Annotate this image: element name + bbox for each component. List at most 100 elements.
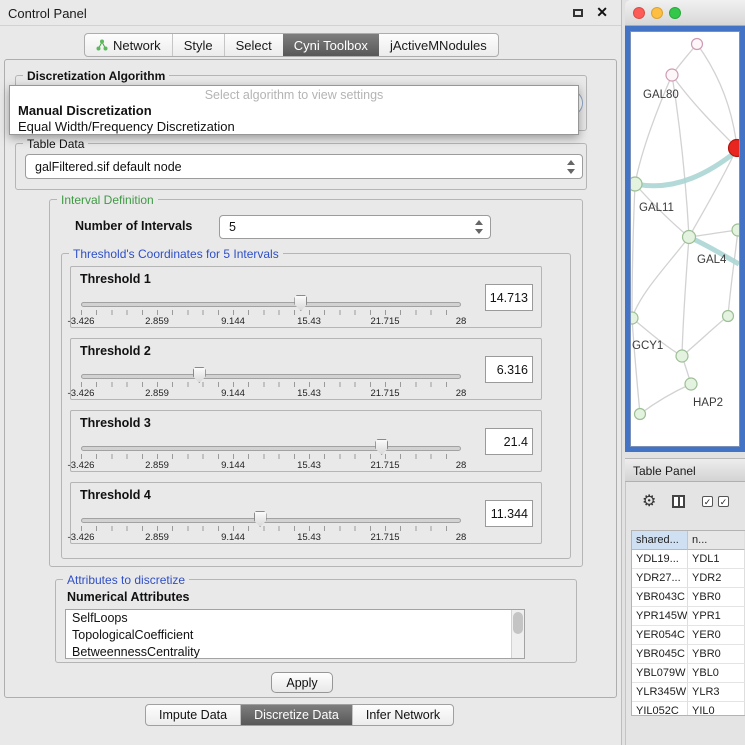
tab-network[interactable]: Network [85, 34, 172, 56]
tab-discretize-data[interactable]: Discretize Data [241, 705, 353, 725]
apply-button[interactable]: Apply [271, 672, 333, 693]
columns-icon[interactable] [672, 495, 685, 508]
slider-track[interactable] [81, 302, 461, 307]
scale-label: -3.426 [68, 460, 95, 471]
apply-button-label: Apply [286, 676, 317, 690]
threshold-1-slider[interactable]: -3.426 2.859 9.144 15.43 21.715 28 [81, 295, 461, 327]
float-window-icon[interactable] [573, 9, 583, 17]
network-node-gal80[interactable] [666, 69, 678, 81]
cell[interactable]: YIL0 [688, 702, 745, 716]
scale-label: -3.426 [68, 316, 95, 327]
network-node[interactable] [676, 350, 688, 362]
network-node[interactable] [732, 224, 739, 236]
table-row[interactable]: YER054CYER0 [632, 626, 745, 645]
cell[interactable]: YIL052C [632, 702, 688, 716]
select-checkbox-icon[interactable]: ✓ [718, 496, 729, 507]
cell[interactable]: YDR27... [632, 569, 688, 588]
network-node[interactable] [723, 311, 734, 322]
slider-track[interactable] [81, 518, 461, 523]
table-row[interactable]: YIL052CYIL0 [632, 702, 745, 716]
node-attribute-table: shared... n... YDL19...YDL1 YDR27...YDR2… [631, 530, 745, 716]
scale-label: 21.715 [370, 316, 399, 327]
slider-track[interactable] [81, 446, 461, 451]
cell[interactable]: YDL1 [688, 550, 745, 569]
cell[interactable]: YBR0 [688, 645, 745, 664]
list-scrollbar-thumb[interactable] [513, 612, 523, 634]
cell[interactable]: YBR045C [632, 645, 688, 664]
scale-label: 21.715 [370, 388, 399, 399]
table-row[interactable]: YBR043CYBR0 [632, 588, 745, 607]
threshold-4-value-input[interactable] [485, 500, 533, 527]
zoom-icon[interactable] [669, 7, 681, 19]
cell[interactable]: YBL079W [632, 664, 688, 683]
network-node[interactable] [635, 409, 646, 420]
select-all-checkbox-icon[interactable]: ✓ [702, 496, 713, 507]
tab-style[interactable]: Style [173, 34, 224, 56]
table-row[interactable]: YPR145WYPR1 [632, 607, 745, 626]
threshold-4-slider[interactable]: -3.426 2.859 9.144 15.43 21.715 28 [81, 511, 461, 543]
number-of-intervals-combobox[interactable]: 5 [219, 215, 491, 239]
slider-thumb[interactable] [375, 439, 388, 455]
network-node-hap2[interactable] [685, 378, 697, 390]
algorithm-option-equal-width[interactable]: Equal Width/Frequency Discretization [18, 119, 235, 134]
scale-label: 15.43 [297, 388, 321, 399]
cell[interactable]: YLR3 [688, 683, 745, 702]
cell[interactable]: YBR043C [632, 588, 688, 607]
scale-label: -3.426 [68, 532, 95, 543]
cell[interactable]: YBR0 [688, 588, 745, 607]
slider-thumb[interactable] [193, 367, 206, 383]
gear-icon[interactable]: ⚙ [642, 491, 656, 511]
network-node[interactable] [692, 39, 703, 50]
slider-track[interactable] [81, 374, 461, 379]
cell[interactable]: YBL0 [688, 664, 745, 683]
network-node-gal11[interactable] [631, 177, 642, 191]
slider-thumb[interactable] [254, 511, 267, 527]
cell[interactable]: YDL19... [632, 550, 688, 569]
list-scrollbar[interactable] [511, 610, 524, 658]
attributes-group-title: Attributes to discretize [63, 573, 189, 587]
cell[interactable]: YER0 [688, 626, 745, 645]
cell[interactable]: YDR2 [688, 569, 745, 588]
list-item-betweennesscentrality[interactable]: BetweennessCentrality [66, 644, 524, 659]
tab-infer-network[interactable]: Infer Network [353, 705, 453, 725]
scale-label: 28 [456, 316, 467, 327]
table-row[interactable]: YLR345WYLR3 [632, 683, 745, 702]
tab-jactivemnodules[interactable]: jActiveMNodules [379, 34, 498, 56]
cell[interactable]: YPR145W [632, 607, 688, 626]
table-panel-header: Table Panel [625, 458, 745, 482]
threshold-2-label: Threshold 2 [80, 344, 151, 358]
threshold-2-value-input[interactable] [485, 356, 533, 383]
list-item-selfloops[interactable]: SelfLoops [66, 610, 524, 627]
network-node-gal4[interactable] [683, 231, 696, 244]
network-node-gcy1[interactable] [631, 312, 638, 324]
cell[interactable]: YER054C [632, 626, 688, 645]
table-data-combobox[interactable]: galFiltered.sif default node [25, 154, 583, 179]
tab-impute-data-label: Impute Data [159, 708, 227, 722]
algorithm-option-manual[interactable]: Manual Discretization [18, 103, 152, 118]
tab-select[interactable]: Select [225, 34, 283, 56]
table-row[interactable]: YDR27...YDR2 [632, 569, 745, 588]
cell[interactable]: YLR345W [632, 683, 688, 702]
tab-cyni-toolbox[interactable]: Cyni Toolbox [283, 34, 379, 56]
threshold-3-slider[interactable]: -3.426 2.859 9.144 15.43 21.715 28 [81, 439, 461, 471]
threshold-3-value-input[interactable] [485, 428, 533, 455]
close-panel-icon[interactable]: ✕ [596, 4, 608, 21]
cell[interactable]: YPR1 [688, 607, 745, 626]
table-row[interactable]: YBR045CYBR0 [632, 645, 745, 664]
slider-thumb[interactable] [294, 295, 307, 311]
tab-jactivemnodules-label: jActiveMNodules [390, 38, 487, 53]
threshold-2-slider[interactable]: -3.426 2.859 9.144 15.43 21.715 28 [81, 367, 461, 399]
network-canvas[interactable]: GAL80 GAL11 GAL4 GCY1 HAP2 [630, 31, 740, 447]
tab-impute-data[interactable]: Impute Data [146, 705, 241, 725]
table-row[interactable]: YDL19...YDL1 [632, 550, 745, 569]
close-icon[interactable] [633, 7, 645, 19]
column-header-name[interactable]: n... [688, 531, 745, 550]
column-header-shared-name[interactable]: shared... [632, 531, 688, 550]
threshold-1-value-input[interactable] [485, 284, 533, 311]
table-row[interactable]: YBL079WYBL0 [632, 664, 745, 683]
minimize-icon[interactable] [651, 7, 663, 19]
list-item-topologicalcoefficient[interactable]: TopologicalCoefficient [66, 627, 524, 644]
scale-label: 9.144 [221, 460, 245, 471]
algorithm-placeholder-item: Select algorithm to view settings [10, 88, 578, 102]
node-label-gal80: GAL80 [643, 89, 679, 101]
